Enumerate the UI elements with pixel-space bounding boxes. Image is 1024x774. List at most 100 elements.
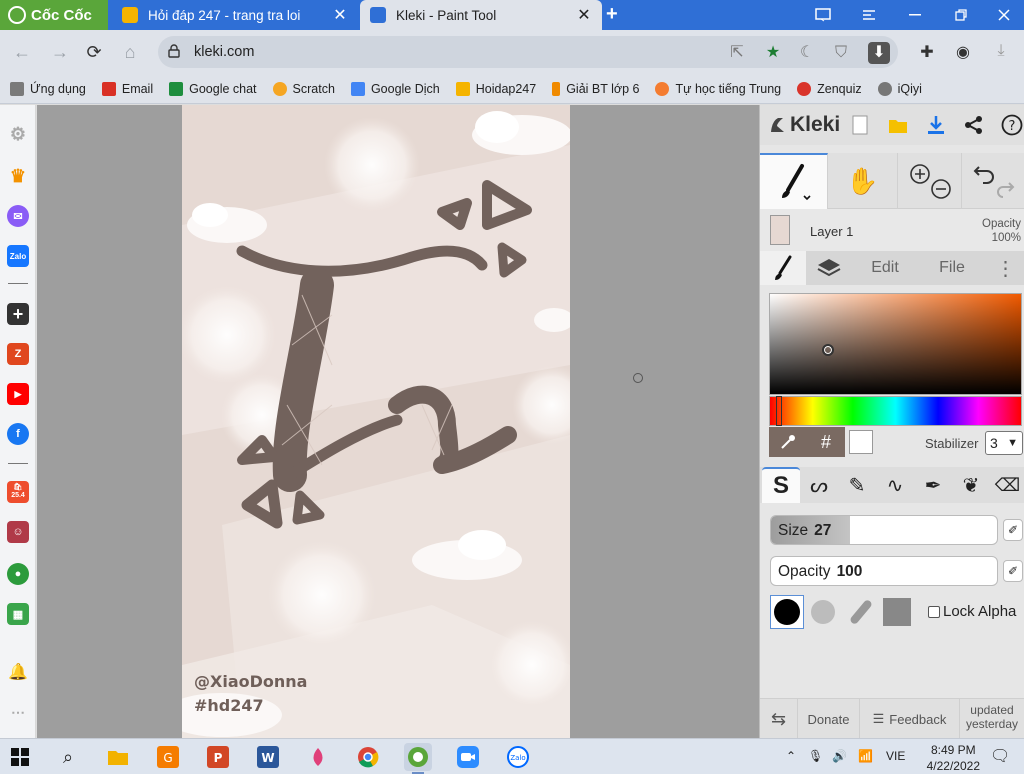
hue-slider-handle[interactable] xyxy=(776,396,782,426)
blend-brush-button[interactable]: ᔕ xyxy=(800,467,838,503)
zing-icon[interactable]: Z xyxy=(7,343,29,365)
taskbar-app-orange-icon[interactable]: G xyxy=(154,743,182,771)
bookmark-star-icon[interactable]: ★ xyxy=(762,42,784,64)
close-window-button[interactable] xyxy=(984,0,1024,30)
tab-edit[interactable]: Edit xyxy=(852,251,918,285)
youtube-icon[interactable]: ▶ xyxy=(7,383,29,405)
eyedropper-button[interactable] xyxy=(769,427,807,457)
windows-start-icon[interactable] xyxy=(6,743,34,771)
shield-icon[interactable]: ⛉ xyxy=(830,42,852,64)
checkbox-icon[interactable] xyxy=(928,605,940,618)
eraser-button[interactable]: ⌫ xyxy=(990,467,1024,503)
new-tab-button[interactable]: + xyxy=(606,3,618,26)
hex-input-button[interactable]: # xyxy=(807,427,845,457)
bookmark-tieng-trung[interactable]: Tự học tiếng Trung xyxy=(655,81,781,96)
file-explorer-icon[interactable] xyxy=(104,743,132,771)
pen-brush-button[interactable]: S xyxy=(762,467,800,503)
cast-icon[interactable] xyxy=(800,0,846,30)
tray-chevron-icon[interactable]: ⌃ xyxy=(786,749,796,763)
forward-arrow-icon[interactable]: → xyxy=(48,40,72,64)
share-page-icon[interactable]: ⇱ xyxy=(726,42,748,64)
chisel-tip-button[interactable] xyxy=(844,595,878,629)
undo-redo-buttons[interactable] xyxy=(962,153,1024,209)
coccoc-taskbar-icon[interactable] xyxy=(404,743,432,774)
chrome-icon[interactable] xyxy=(354,743,382,771)
bookmark-google-chat[interactable]: Google chat xyxy=(169,81,257,96)
hand-tool-button[interactable]: ✋ xyxy=(828,153,898,209)
spreadsheet-icon[interactable]: ▦ xyxy=(7,603,29,625)
word-icon[interactable]: W xyxy=(254,743,282,771)
restore-button[interactable] xyxy=(938,0,984,30)
color-picker-handle[interactable] xyxy=(822,344,834,356)
bookmark-hoidap247[interactable]: Hoidap247 xyxy=(455,81,536,96)
zoom-tool-button[interactable] xyxy=(898,153,962,209)
zalo-icon[interactable]: Zalo xyxy=(7,245,29,267)
size-pressure-toggle[interactable]: ✐ xyxy=(1003,519,1023,541)
new-image-icon[interactable] xyxy=(848,113,872,137)
game-avatar-icon[interactable]: ☺ xyxy=(7,521,29,543)
size-slider[interactable]: Size 27 xyxy=(770,515,998,545)
back-arrow-icon[interactable]: ← xyxy=(10,40,34,64)
tab-close-icon[interactable]: ✕ xyxy=(576,5,592,25)
facebook-icon[interactable]: f xyxy=(7,423,29,445)
hue-slider[interactable] xyxy=(769,396,1022,426)
tab-hoidap247[interactable]: Hỏi đáp 247 - trang tra loi ✕ xyxy=(112,0,358,30)
bookmark-apps[interactable]: Ứng dụng xyxy=(10,81,86,96)
reload-icon[interactable]: ⟳ xyxy=(82,40,106,64)
crown-icon[interactable]: ♛ xyxy=(7,165,29,187)
bookmark-scratch[interactable]: Scratch xyxy=(272,81,335,96)
download-video-icon[interactable]: ⬇ xyxy=(868,42,890,64)
save-download-icon[interactable] xyxy=(924,113,948,137)
tab-kleki[interactable]: Kleki - Paint Tool ✕ xyxy=(360,0,602,30)
profile-icon[interactable]: ◉ xyxy=(952,42,974,64)
tab-close-icon[interactable]: ✕ xyxy=(332,5,348,25)
tab-brush[interactable] xyxy=(760,251,806,285)
swap-panel-icon[interactable]: ⇆ xyxy=(760,699,798,739)
pin-icon[interactable] xyxy=(846,0,892,30)
sketchy-brush-button[interactable]: ✎ xyxy=(838,467,876,503)
drawing-workspace[interactable]: @XiaoDonna #hd247 xyxy=(37,105,759,738)
tab-layers[interactable] xyxy=(806,251,852,285)
powerpoint-icon[interactable]: P xyxy=(204,743,232,771)
url-text[interactable]: kleki.com xyxy=(194,44,254,60)
language-indicator[interactable]: VIE xyxy=(886,749,905,763)
color-picker-area[interactable] xyxy=(769,293,1022,395)
bookmark-google-translate[interactable]: Google Dịch xyxy=(350,81,440,96)
help-icon[interactable]: ? xyxy=(1000,113,1024,137)
system-clock[interactable]: 8:49 PM 4/22/2022 xyxy=(927,742,980,774)
notifications-icon[interactable]: 🗨 xyxy=(990,746,1010,766)
brush-tool-button[interactable] xyxy=(760,153,828,209)
share-icon[interactable] xyxy=(962,113,986,137)
bookmark-iqiyi[interactable]: iQiyi xyxy=(877,81,922,96)
browser-logo[interactable]: Cốc Cốc xyxy=(0,0,108,30)
canvas[interactable]: @XiaoDonna #hd247 xyxy=(182,105,570,738)
chemy-brush-button[interactable]: ✒ xyxy=(914,467,952,503)
soft-tip-button[interactable] xyxy=(806,595,840,629)
more-dots-icon[interactable]: ⋯ xyxy=(7,701,29,723)
opacity-pressure-toggle[interactable]: ✐ xyxy=(1003,560,1023,582)
address-bar[interactable]: kleki.com ⇱ ★ ☾ ⛉ ⬇ xyxy=(158,36,898,68)
opacity-slider[interactable]: Opacity 100 xyxy=(770,556,998,586)
layer-preview[interactable]: Layer 1 Opacity 100% xyxy=(760,209,1024,251)
zalo-taskbar-icon[interactable]: Zalo xyxy=(504,743,532,771)
bookmark-email[interactable]: Email xyxy=(101,81,153,96)
notification-bell-icon[interactable]: 🔔 xyxy=(7,661,29,683)
minimize-button[interactable] xyxy=(892,0,938,30)
bookmark-giai-bt[interactable]: Giải BT lớp 6 xyxy=(552,81,639,96)
paint-3d-icon[interactable] xyxy=(304,743,332,771)
shopee-icon[interactable]: 🛍 25.4 xyxy=(7,481,29,503)
add-app-icon[interactable]: + xyxy=(7,303,29,325)
zoom-app-icon[interactable] xyxy=(454,743,482,771)
search-icon[interactable]: ⌕ xyxy=(54,743,82,771)
downloads-icon[interactable]: ⤓ xyxy=(990,42,1012,64)
volume-icon[interactable]: 🔊 xyxy=(832,749,847,763)
secondary-color-swatch[interactable] xyxy=(849,430,873,454)
open-folder-icon[interactable] xyxy=(886,113,910,137)
extensions-icon[interactable]: ✚ xyxy=(916,42,938,64)
tab-file[interactable]: File xyxy=(918,251,986,285)
kleki-logo[interactable]: Kleki xyxy=(768,113,840,137)
tab-more-icon[interactable]: ⋮ xyxy=(986,251,1024,285)
lock-alpha-checkbox[interactable]: Lock Alpha xyxy=(928,603,1016,620)
feedback-link[interactable]: ☰ Feedback xyxy=(860,699,960,739)
bookmark-zenquiz[interactable]: Zenquiz xyxy=(797,81,862,96)
